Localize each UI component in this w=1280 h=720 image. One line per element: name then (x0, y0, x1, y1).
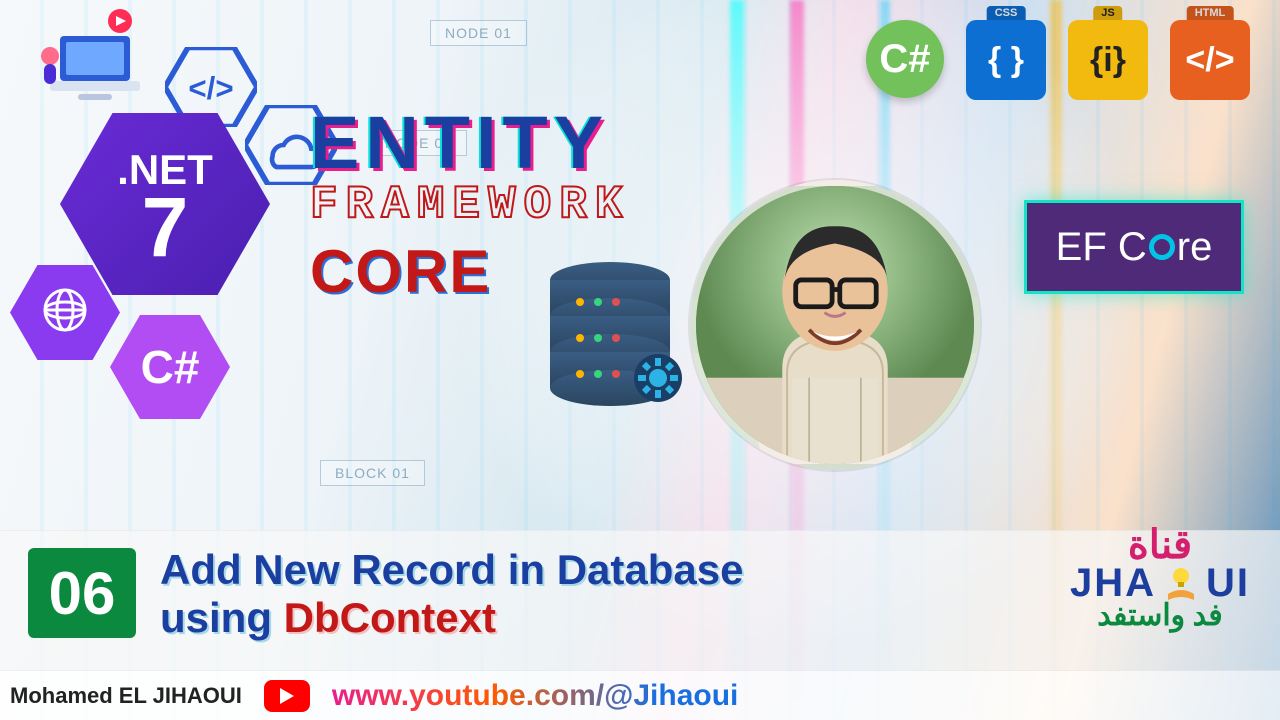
youtube-url: www.youtube.com/@Jihaoui (332, 679, 739, 713)
core-text: CORE (310, 237, 491, 306)
entity-text: ENTITY (310, 100, 630, 185)
html-badge-tab: HTML (1187, 6, 1234, 20)
bg-block-label: NODE 01 (430, 20, 527, 46)
lesson-title: Add New Record in Database using DbConte… (160, 546, 743, 643)
dotnet-version: 7 (117, 194, 213, 261)
efcore-suffix: re (1177, 225, 1213, 270)
efcore-logo-box: EF C re (1024, 200, 1244, 294)
bg-block-label: BLOCK 01 (320, 460, 425, 486)
svg-text:</>: </> (188, 71, 233, 106)
framework-text: FRAMEWORK (310, 179, 630, 231)
channel-logo: قناة JHA UI فد واستفد (1070, 525, 1250, 631)
braces-icon: { } (988, 43, 1024, 77)
globe-hex (10, 265, 120, 360)
csharp-badge-label: C# (879, 37, 930, 82)
lesson-line1: Add New Record in Database (160, 546, 743, 594)
youtube-icon (264, 680, 310, 712)
channel-arabic-top: قناة (1070, 525, 1250, 565)
csharp-label: C# (141, 340, 200, 394)
dotnet-hex-cluster: </> .NET 7 C# (10, 35, 350, 405)
efcore-prefix: EF C (1056, 225, 1147, 270)
lightbulb-hand-icon (1162, 564, 1200, 602)
lesson-line2-prefix: using (160, 594, 284, 641)
braces-i-icon: {i} (1090, 43, 1126, 77)
author-name: Mohamed EL JIHAOUI (10, 683, 242, 709)
channel-arabic-bottom: فد واستفد (1070, 601, 1250, 631)
html-badge: HTML </> (1170, 20, 1250, 100)
episode-number-badge: 06 (28, 548, 136, 638)
tech-badges: C# CSS { } JS {i} HTML </> (866, 20, 1250, 100)
footer: Mohamed EL JIHAOUI www.youtube.com/@Jiha… (0, 670, 1280, 720)
channel-latin-right: UI (1206, 563, 1250, 603)
js-badge-tab: JS (1093, 6, 1122, 20)
presenter-avatar (690, 180, 980, 470)
js-badge: JS {i} (1068, 20, 1148, 100)
lesson-line2-highlight: DbContext (284, 594, 496, 641)
database-icon (540, 260, 710, 440)
csharp-badge: C# (866, 20, 944, 98)
css-badge: CSS { } (966, 20, 1046, 100)
css-badge-tab: CSS (987, 6, 1026, 20)
channel-latin-left: JHA (1070, 563, 1156, 603)
csharp-hex: C# (110, 315, 230, 419)
angle-brackets-icon: </> (1185, 43, 1234, 77)
ring-icon (1149, 234, 1175, 260)
